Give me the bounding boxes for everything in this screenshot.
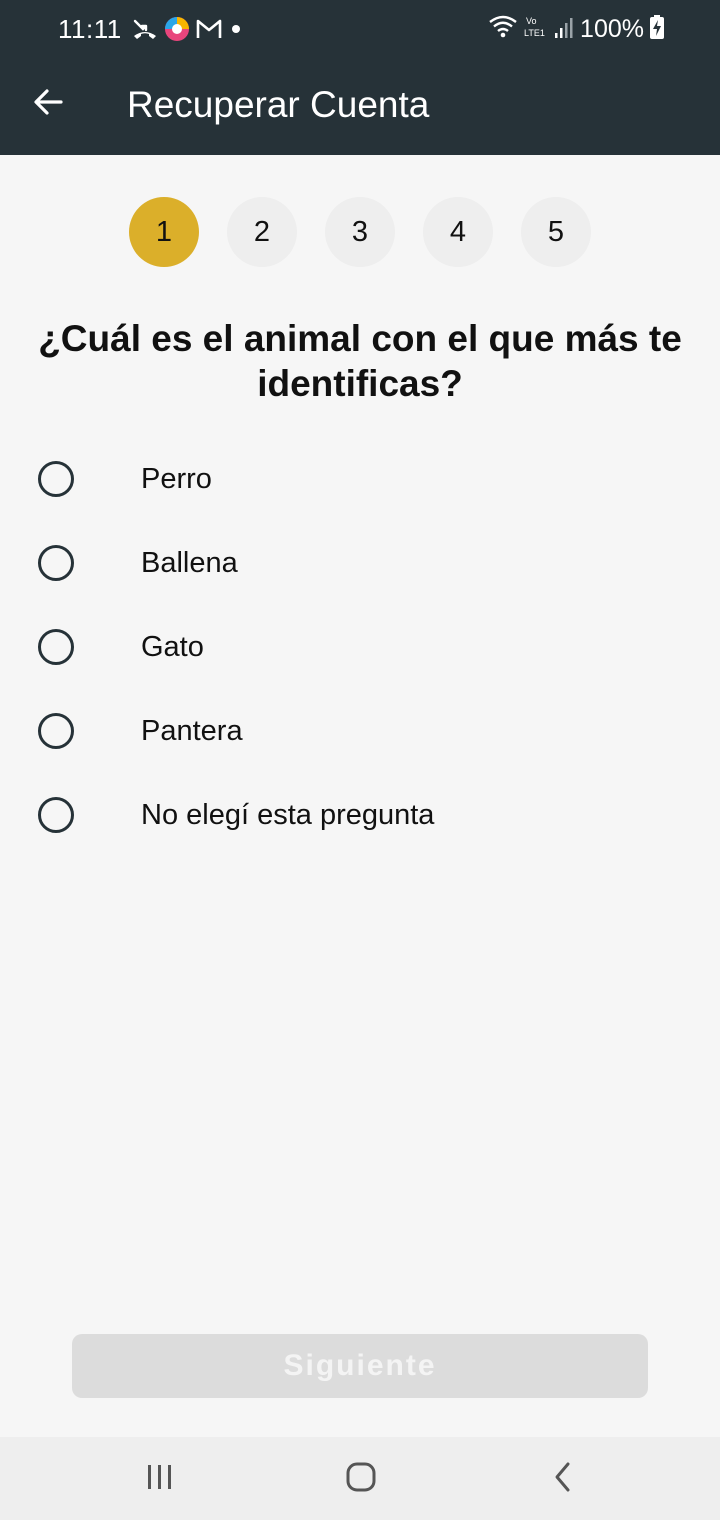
missed-call-icon: [132, 16, 158, 42]
step-indicator: 1 2 3 4 5: [129, 197, 591, 267]
option-label: Ballena: [141, 547, 238, 579]
status-time: 11:11: [58, 14, 122, 44]
system-nav-bar: [0, 1437, 720, 1520]
back-button[interactable]: [26, 82, 70, 126]
volte-icon: Vo LTE1: [524, 14, 548, 45]
page-title: Recuperar Cuenta: [127, 84, 430, 125]
notification-icons: [132, 14, 244, 44]
notification-dot-icon: [228, 21, 244, 37]
wifi-icon: [488, 14, 518, 45]
svg-text:Vo: Vo: [526, 16, 537, 26]
battery-charging-icon: [650, 14, 664, 44]
home-button[interactable]: [339, 1457, 383, 1501]
next-button[interactable]: Siguiente: [72, 1334, 648, 1398]
radio-button[interactable]: [38, 545, 74, 581]
step-4[interactable]: 4: [423, 197, 493, 267]
step-2[interactable]: 2: [227, 197, 297, 267]
recent-apps-button[interactable]: [138, 1457, 182, 1501]
home-icon: [345, 1461, 377, 1498]
step-1[interactable]: 1: [129, 197, 199, 267]
security-question: ¿Cuál es el animal con el que más te ide…: [38, 318, 682, 404]
top-bar: 11:11 Vo LTE1 100% Recuperar Cuenta: [0, 0, 720, 155]
option-label: Pantera: [141, 715, 243, 747]
gmail-icon: [196, 18, 222, 40]
option-label: Perro: [141, 463, 212, 495]
battery-percentage: 100%: [580, 14, 644, 43]
radio-button[interactable]: [38, 797, 74, 833]
option-perro[interactable]: Perro: [0, 437, 720, 521]
option-gato[interactable]: Gato: [0, 605, 720, 689]
signal-icon: [554, 15, 574, 44]
step-3[interactable]: 3: [325, 197, 395, 267]
system-status-icons: Vo LTE1 100%: [488, 14, 664, 44]
recent-apps-icon: [145, 1463, 175, 1496]
option-no-elegi[interactable]: No elegí esta pregunta: [0, 773, 720, 857]
option-pantera[interactable]: Pantera: [0, 689, 720, 773]
recover-account-screen: 11:11 Vo LTE1 100% Recuperar Cuenta 1 2 …: [0, 0, 720, 1520]
radio-button[interactable]: [38, 629, 74, 665]
back-icon: [551, 1461, 575, 1498]
option-label: Gato: [141, 631, 204, 663]
radio-button[interactable]: [38, 461, 74, 497]
answer-options: Perro Ballena Gato Pantera No elegí esta…: [0, 437, 720, 857]
step-5[interactable]: 5: [521, 197, 591, 267]
option-ballena[interactable]: Ballena: [0, 521, 720, 605]
arrow-left-icon: [32, 86, 64, 123]
system-back-button[interactable]: [541, 1457, 585, 1501]
svg-text:LTE1: LTE1: [524, 28, 545, 38]
browser-app-icon: [164, 16, 190, 42]
radio-button[interactable]: [38, 713, 74, 749]
option-label: No elegí esta pregunta: [141, 799, 435, 831]
